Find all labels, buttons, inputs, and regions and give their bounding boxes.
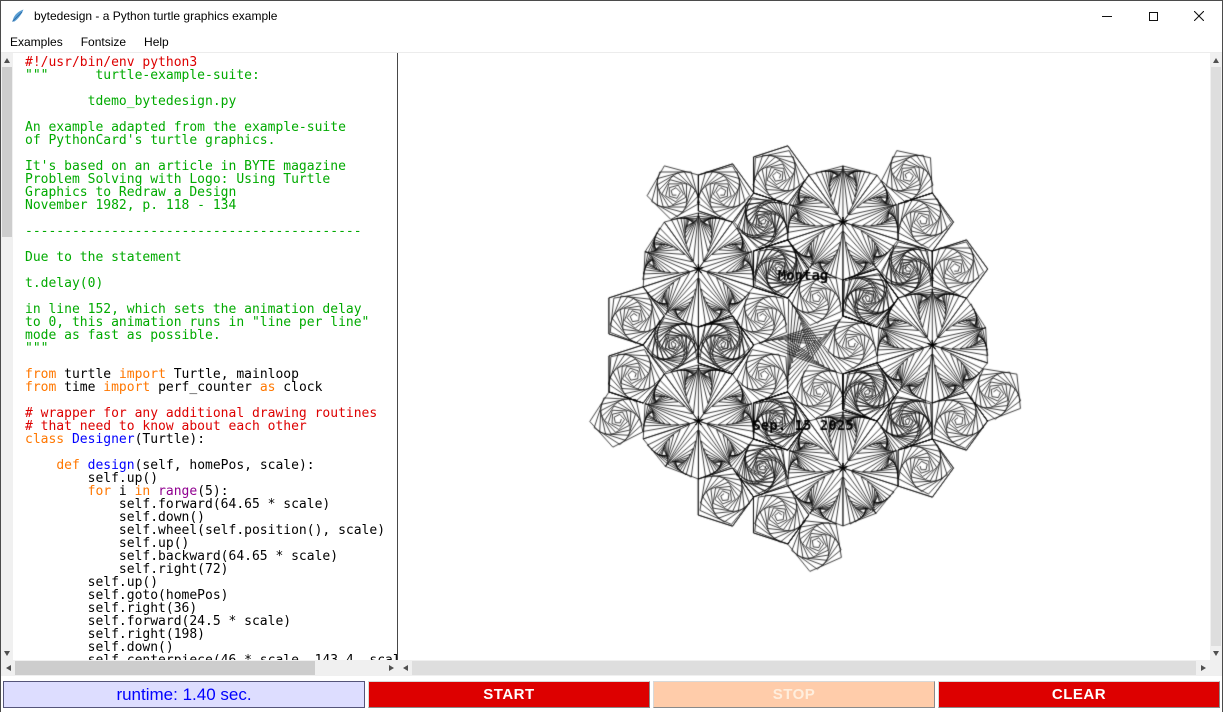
scroll-right-icon [389, 665, 394, 671]
menu-examples[interactable]: Examples [1, 35, 72, 49]
code-line: from time import perf_counter as clock [25, 381, 397, 394]
maximize-button[interactable] [1130, 1, 1176, 31]
canvas-scroll-down-button[interactable] [1210, 646, 1222, 660]
code-scroll-right-button[interactable] [384, 660, 398, 676]
code-line: tdemo_bytedesign.py [25, 95, 397, 108]
code-vertical-scrollbar[interactable] [1, 53, 13, 660]
canvas-vertical-scrollbar[interactable] [1210, 53, 1222, 660]
canvas-panel [398, 53, 1222, 660]
menu-fontsize[interactable]: Fontsize [72, 35, 135, 49]
code-line: mode as fast as possible. [25, 329, 397, 342]
code-editor[interactable]: #!/usr/bin/env python3""" turtle-example… [13, 53, 397, 660]
code-vscroll-thumb[interactable] [2, 67, 12, 237]
menu-help[interactable]: Help [135, 35, 178, 49]
canvas-hscroll-thumb[interactable] [412, 661, 1196, 675]
scrollbar-corner [1210, 660, 1222, 676]
code-line: t.delay(0) [25, 277, 397, 290]
horizontal-scrollbar-row [1, 660, 1222, 676]
control-bar: runtime: 1.40 sec. START STOP CLEAR [1, 676, 1222, 712]
titlebar: bytedesign - a Python turtle graphics ex… [1, 1, 1222, 31]
code-line: class Designer(Turtle): [25, 433, 397, 446]
scroll-down-button[interactable] [1, 646, 13, 660]
code-panel: #!/usr/bin/env python3""" turtle-example… [1, 53, 398, 660]
canvas-scroll-right-button[interactable] [1196, 660, 1210, 676]
scroll-left-icon [6, 665, 11, 671]
scroll-right-icon [1201, 665, 1206, 671]
runtime-label: runtime: 1.40 sec. [3, 681, 365, 708]
turtle-canvas [398, 53, 1210, 660]
scroll-down-icon [4, 651, 10, 656]
scroll-down-icon [1213, 651, 1219, 656]
canvas-scroll-left-button[interactable] [398, 660, 412, 676]
canvas-horizontal-scrollbar[interactable] [398, 660, 1210, 676]
main-area: #!/usr/bin/env python3""" turtle-example… [1, 53, 1222, 660]
window-title: bytedesign - a Python turtle graphics ex… [34, 9, 277, 23]
code-line: ----------------------------------------… [25, 225, 397, 238]
scroll-up-icon [1213, 58, 1219, 63]
minimize-button[interactable] [1084, 1, 1130, 31]
code-line: """ turtle-example-suite: [25, 69, 397, 82]
stop-button[interactable]: STOP [653, 681, 935, 708]
clear-button[interactable]: CLEAR [938, 681, 1220, 708]
app-window: bytedesign - a Python turtle graphics ex… [0, 0, 1223, 712]
start-button[interactable]: START [368, 681, 650, 708]
canvas-scroll-up-button[interactable] [1210, 53, 1222, 67]
close-icon [1194, 11, 1204, 21]
scroll-up-icon [4, 58, 10, 63]
window-controls [1084, 1, 1222, 31]
code-hscroll-thumb[interactable] [15, 661, 315, 675]
scroll-left-icon [403, 665, 408, 671]
canvas-vscroll-thumb[interactable] [1211, 67, 1221, 646]
close-button[interactable] [1176, 1, 1222, 31]
code-line: """ [25, 342, 397, 355]
menubar: Examples Fontsize Help [1, 31, 1222, 53]
code-horizontal-scrollbar[interactable] [1, 660, 398, 676]
maximize-icon [1149, 12, 1158, 21]
minimize-icon [1102, 16, 1112, 17]
code-line: of PythonCard's turtle graphics. [25, 134, 397, 147]
code-line: November 1982, p. 118 - 134 [25, 199, 397, 212]
scroll-up-button[interactable] [1, 53, 13, 67]
code-line: Due to the statement [25, 251, 397, 264]
app-icon [10, 8, 26, 24]
code-scroll-left-button[interactable] [1, 660, 15, 676]
